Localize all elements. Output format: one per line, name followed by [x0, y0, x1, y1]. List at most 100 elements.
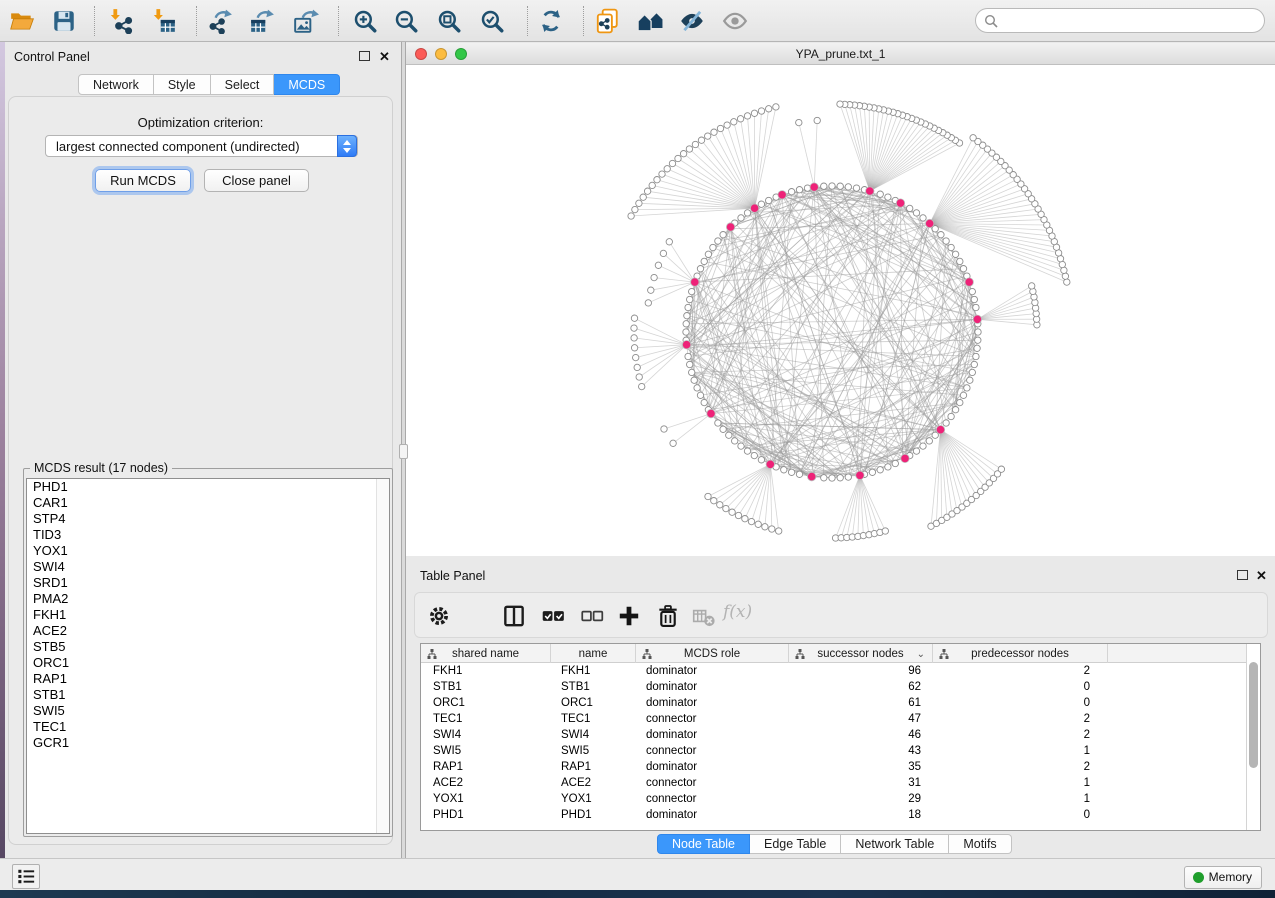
mcds-hub-node[interactable] — [691, 278, 699, 286]
zoom-selected-icon[interactable] — [479, 8, 505, 34]
network-leaf-node[interactable] — [731, 119, 737, 125]
mcds-hub-node[interactable] — [707, 409, 715, 417]
mcds-hub-node[interactable] — [778, 191, 786, 199]
network-leaf-node[interactable] — [669, 160, 675, 166]
network-node[interactable] — [975, 337, 981, 343]
mcds-list-scrollbar[interactable] — [376, 479, 389, 833]
zoom-out-icon[interactable] — [393, 8, 419, 34]
network-node[interactable] — [720, 232, 726, 238]
table-row[interactable]: ACE2ACE2connector311 — [421, 775, 1246, 791]
network-node[interactable] — [964, 385, 970, 391]
network-leaf-node[interactable] — [1029, 283, 1035, 289]
network-node[interactable] — [877, 191, 883, 197]
network-leaf-node[interactable] — [742, 516, 748, 522]
network-node[interactable] — [885, 464, 891, 470]
column-header-mcds-role[interactable]: MCDS role — [636, 644, 789, 663]
mcds-result-item[interactable]: TEC1 — [27, 719, 389, 735]
network-node[interactable] — [837, 475, 843, 481]
network-leaf-node[interactable] — [724, 122, 730, 128]
mcds-result-item[interactable]: PHD1 — [27, 479, 389, 495]
gear-icon[interactable] — [426, 603, 452, 629]
network-node[interactable] — [715, 238, 721, 244]
close-panel-button[interactable]: Close panel — [204, 169, 309, 192]
network-node[interactable] — [920, 443, 926, 449]
mcds-hub-node[interactable] — [901, 454, 909, 462]
network-node[interactable] — [758, 201, 764, 207]
network-node[interactable] — [943, 420, 949, 426]
network-leaf-node[interactable] — [717, 502, 723, 508]
network-node[interactable] — [744, 210, 750, 216]
network-leaf-node[interactable] — [796, 119, 802, 125]
network-leaf-node[interactable] — [645, 300, 651, 306]
network-node[interactable] — [975, 329, 981, 335]
network-leaf-node[interactable] — [723, 505, 729, 511]
export-table-icon[interactable] — [249, 8, 275, 34]
network-leaf-node[interactable] — [649, 182, 655, 188]
tab-select[interactable]: Select — [211, 74, 275, 95]
network-node[interactable] — [788, 189, 794, 195]
network-node[interactable] — [796, 471, 802, 477]
network-node[interactable] — [691, 377, 697, 383]
tab-motifs[interactable]: Motifs — [949, 834, 1011, 854]
mcds-hub-node[interactable] — [965, 278, 973, 286]
column-header-successor-nodes[interactable]: successor nodes ⌄ — [789, 644, 933, 663]
table-row[interactable]: YOX1YOX1connector291 — [421, 791, 1246, 807]
split-view-icon[interactable] — [501, 603, 527, 629]
network-leaf-node[interactable] — [705, 133, 711, 139]
network-node[interactable] — [732, 438, 738, 444]
network-node[interactable] — [913, 448, 919, 454]
mcds-result-item[interactable]: SRD1 — [27, 575, 389, 591]
mcds-hub-node[interactable] — [866, 187, 874, 195]
network-leaf-node[interactable] — [632, 206, 638, 212]
mcds-result-item[interactable]: FKH1 — [27, 607, 389, 623]
network-node[interactable] — [960, 266, 966, 272]
network-leaf-node[interactable] — [1064, 279, 1070, 285]
network-node[interactable] — [853, 185, 859, 191]
network-node[interactable] — [948, 244, 954, 250]
tab-edge-table[interactable]: Edge Table — [750, 834, 841, 854]
select-all-rows-icon[interactable] — [540, 603, 566, 629]
network-node[interactable] — [781, 467, 787, 473]
network-node[interactable] — [720, 426, 726, 432]
mcds-result-item[interactable]: ORC1 — [27, 655, 389, 671]
mcds-result-item[interactable]: YOX1 — [27, 543, 389, 559]
mcds-hub-node[interactable] — [726, 223, 734, 231]
network-leaf-node[interactable] — [664, 166, 670, 172]
network-node[interactable] — [684, 313, 690, 319]
network-leaf-node[interactable] — [711, 498, 717, 504]
table-row[interactable]: SWI4SWI4dominator462 — [421, 727, 1246, 743]
network-node[interactable] — [885, 194, 891, 200]
network-leaf-node[interactable] — [661, 426, 667, 432]
network-leaf-node[interactable] — [692, 141, 698, 147]
zoom-in-icon[interactable] — [352, 8, 378, 34]
network-leaf-node[interactable] — [651, 274, 657, 280]
network-node[interactable] — [967, 377, 973, 383]
network-leaf-node[interactable] — [755, 521, 761, 527]
network-leaf-node[interactable] — [631, 345, 637, 351]
table-row[interactable]: ORC1ORC1dominator610 — [421, 695, 1246, 711]
network-leaf-node[interactable] — [769, 526, 775, 532]
network-leaf-node[interactable] — [634, 364, 640, 370]
network-node[interactable] — [689, 369, 695, 375]
tab-style[interactable]: Style — [154, 74, 211, 95]
optimization-criterion-select[interactable]: largest connected component (undirected) — [45, 135, 358, 157]
export-image-icon[interactable] — [293, 8, 319, 34]
tab-network-table[interactable]: Network Table — [841, 834, 949, 854]
column-header-name[interactable]: name — [551, 644, 636, 663]
network-node[interactable] — [845, 474, 851, 480]
network-node[interactable] — [973, 353, 979, 359]
network-leaf-node[interactable] — [680, 151, 686, 157]
network-leaf-node[interactable] — [648, 287, 654, 293]
network-node[interactable] — [952, 407, 958, 413]
network-node[interactable] — [960, 392, 966, 398]
network-node[interactable] — [869, 469, 875, 475]
export-network-icon[interactable] — [207, 8, 233, 34]
table-scrollbar[interactable] — [1246, 644, 1260, 830]
network-leaf-node[interactable] — [737, 116, 743, 122]
network-node[interactable] — [877, 467, 883, 473]
network-node[interactable] — [957, 399, 963, 405]
add-column-icon[interactable] — [616, 603, 642, 629]
table-row[interactable]: FKH1FKH1dominator962 — [421, 663, 1246, 679]
network-leaf-node[interactable] — [640, 194, 646, 200]
network-node[interactable] — [938, 232, 944, 238]
